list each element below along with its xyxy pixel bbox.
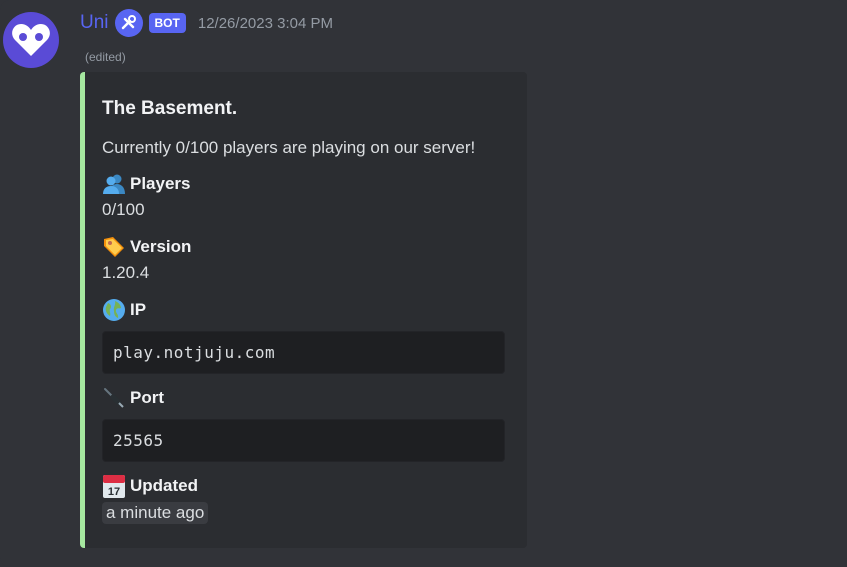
field-label: IP xyxy=(130,300,147,319)
bot-tag: BOT xyxy=(148,13,186,33)
timestamp[interactable]: 12/26/2023 3:04 PM xyxy=(198,15,333,32)
players-icon xyxy=(102,172,126,196)
heart-logo-icon xyxy=(12,24,50,56)
avatar[interactable] xyxy=(3,12,59,68)
developer-badge-icon[interactable] xyxy=(114,9,143,37)
field-value-version: 1.20.4 xyxy=(102,263,150,282)
field-name-ip: IP xyxy=(102,298,146,322)
field-name-port: Port xyxy=(102,386,164,410)
field-label: Version xyxy=(130,237,192,256)
field-label: Players xyxy=(130,174,191,193)
field-label: Port xyxy=(130,388,164,407)
ip-code-block[interactable]: play.notjuju.com xyxy=(102,331,505,374)
field-label: Updated xyxy=(130,476,198,495)
plug-icon xyxy=(102,386,126,410)
embed-description: Currently 0/100 players are playing on o… xyxy=(102,138,476,157)
embed-title: The Basement. xyxy=(102,98,238,119)
username[interactable]: Uni xyxy=(80,12,109,34)
field-name-updated: 17 Updated xyxy=(102,474,198,498)
edited-label: (edited) xyxy=(85,50,126,64)
field-value-players: 0/100 xyxy=(102,200,145,219)
port-code-block[interactable]: 25565 xyxy=(102,419,505,462)
embed: The Basement. Currently 0/100 players ar… xyxy=(80,72,527,548)
message-container: Uni BOT 12/26/2023 3:04 PM (edited) The … xyxy=(0,0,847,567)
message-header: Uni BOT 12/26/2023 3:04 PM xyxy=(80,9,333,37)
tag-icon xyxy=(102,235,126,259)
field-name-version: Version xyxy=(102,235,191,259)
globe-icon xyxy=(102,298,126,322)
relative-timestamp[interactable]: a minute ago xyxy=(102,502,209,524)
calendar-icon: 17 xyxy=(102,474,126,498)
svg-text:17: 17 xyxy=(108,486,120,498)
field-name-players: Players xyxy=(102,172,191,196)
